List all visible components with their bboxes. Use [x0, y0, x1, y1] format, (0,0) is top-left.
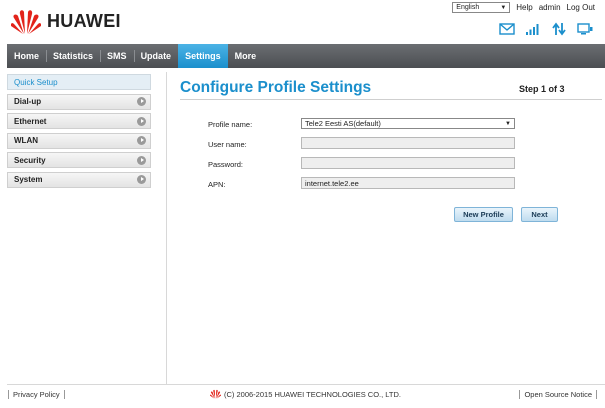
sidebar-item-label: Quick Setup [14, 77, 58, 87]
content-divider [166, 72, 167, 384]
copyright: (C) 2006-2015 HUAWEI TECHNOLOGIES CO., L… [210, 389, 401, 399]
signal-icon [526, 24, 539, 35]
data-transfer-icon [552, 22, 566, 36]
expand-arrow-icon [137, 175, 146, 184]
top-links: English ▼ Help admin Log Out [452, 2, 595, 13]
expand-arrow-icon [137, 97, 146, 106]
expand-arrow-icon [137, 136, 146, 145]
chevron-down-icon: ▼ [505, 120, 511, 127]
nav-sms[interactable]: SMS [100, 44, 134, 68]
footer-divider [7, 384, 605, 385]
sidebar-item-label: WLAN [14, 136, 38, 145]
sidebar-item-wlan[interactable]: WLAN [7, 132, 151, 149]
sidebar-item-quick-setup[interactable]: Quick Setup [7, 74, 151, 90]
username-label: User name: [208, 140, 247, 149]
sidebar-item-system[interactable]: System [7, 171, 151, 188]
logout-link[interactable]: Log Out [567, 3, 595, 12]
sidebar-item-security[interactable]: Security [7, 152, 151, 168]
step-indicator: Step 1 of 3 [519, 84, 565, 94]
title-divider [180, 99, 602, 100]
page-title: Configure Profile Settings [180, 79, 372, 96]
status-icons [499, 22, 593, 36]
header: HUAWEI English ▼ Help admin Log Out [0, 0, 605, 44]
apn-label: APN: [208, 180, 226, 189]
brand-name: HUAWEI [47, 11, 121, 31]
expand-arrow-icon [137, 155, 146, 165]
language-value: English [456, 4, 480, 11]
profile-name-select[interactable]: Tele2 Eesti AS(default) ▼ [301, 118, 515, 129]
copyright-text: (C) 2006-2015 HUAWEI TECHNOLOGIES CO., L… [224, 389, 401, 399]
huawei-logo-icon [11, 10, 41, 34]
sidebar-item-dial-up[interactable]: Dial-up [7, 93, 151, 110]
password-label: Password: [208, 160, 244, 169]
main-nav: Home Statistics SMS Update Settings More [7, 44, 605, 68]
nav-settings[interactable]: Settings [178, 44, 228, 68]
nav-statistics[interactable]: Statistics [46, 44, 100, 68]
sidebar-item-label: Security [14, 155, 46, 165]
sidebar-item-label: Dial-up [14, 97, 42, 106]
sidebar-item-label: System [14, 175, 43, 184]
profile-name-value: Tele2 Eesti AS(default) [305, 119, 381, 128]
nav-update[interactable]: Update [133, 44, 179, 68]
privacy-policy-link[interactable]: Privacy Policy [8, 390, 65, 399]
mail-icon[interactable] [499, 22, 515, 36]
expand-arrow-icon [137, 116, 146, 126]
help-link[interactable]: Help [516, 3, 532, 12]
brand-logo[interactable]: HUAWEI [11, 8, 121, 35]
sidebar-item-ethernet[interactable]: Ethernet [7, 113, 151, 129]
pc-connection-icon [577, 23, 593, 35]
open-source-notice-link[interactable]: Open Source Notice [519, 390, 597, 399]
footer: Privacy Policy (C) 2006-2015 HUAWEI TECH… [0, 389, 605, 403]
apn-input[interactable]: internet.tele2.ee [301, 177, 515, 189]
language-select[interactable]: English ▼ [452, 2, 511, 13]
user-link[interactable]: admin [539, 3, 561, 12]
next-button[interactable]: Next [521, 207, 558, 222]
password-input[interactable] [301, 157, 515, 169]
profile-name-label: Profile name: [208, 120, 253, 129]
huawei-logo-icon [210, 389, 221, 399]
sidebar: Quick Setup Dial-up Ethernet WLAN Securi… [7, 74, 151, 191]
nav-home[interactable]: Home [7, 44, 46, 68]
new-profile-button[interactable]: New Profile [454, 207, 513, 222]
sidebar-item-label: Ethernet [14, 116, 47, 126]
nav-more[interactable]: More [228, 44, 264, 68]
username-input[interactable] [301, 137, 515, 149]
chevron-down-icon: ▼ [500, 4, 507, 11]
